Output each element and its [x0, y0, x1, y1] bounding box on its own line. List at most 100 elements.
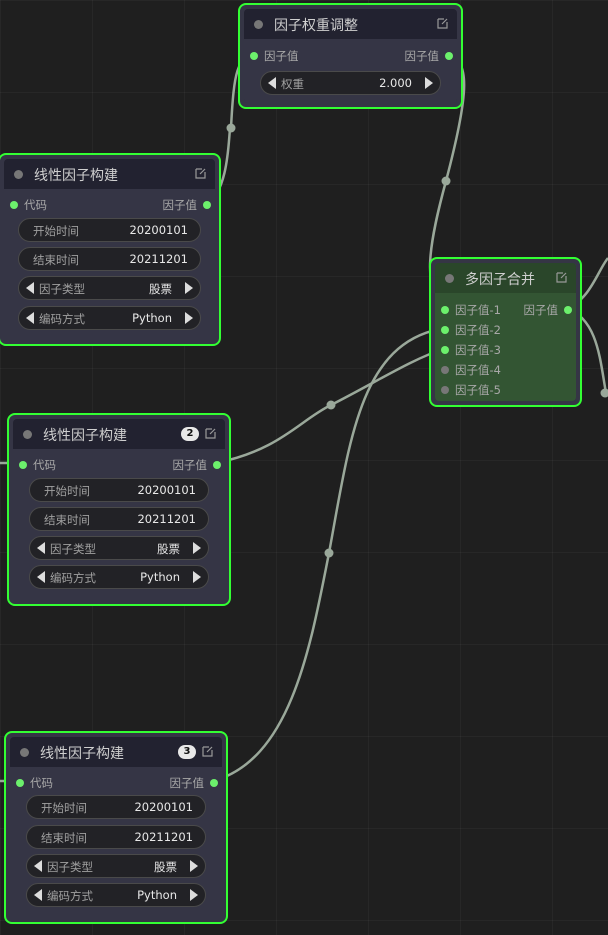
edit-icon[interactable]: [556, 271, 568, 283]
next-arrow-icon[interactable]: [185, 312, 193, 324]
input-slot-dot[interactable]: [441, 386, 449, 394]
factor-type-combo[interactable]: 因子类型 股票: [26, 854, 206, 878]
input-slot-dot[interactable]: [19, 461, 27, 469]
prev-arrow-icon[interactable]: [37, 571, 45, 583]
node-count-badge: 2: [181, 427, 199, 441]
output-slot-dot[interactable]: [445, 52, 453, 60]
encoding-combo[interactable]: 编码方式 Python: [26, 883, 206, 907]
edit-icon[interactable]: [437, 17, 449, 29]
weight-adjust-node[interactable]: 因子权重调整 因子值 因子值 权重 2.000: [238, 3, 463, 109]
edit-icon[interactable]: [205, 427, 217, 439]
start-date-widget[interactable]: 开始时间 20200101: [18, 218, 201, 242]
end-date-widget[interactable]: 结束时间 20211201: [26, 825, 206, 849]
link-center-marker: [326, 400, 336, 410]
widget-value: 股票: [157, 542, 180, 556]
start-date-widget[interactable]: 开始时间 20200101: [29, 478, 209, 502]
node-title-bar[interactable]: 多因子合并: [435, 263, 576, 293]
multi-factor-merge-node[interactable]: 多因子合并 因子值-1 因子值 因子值-2 因子值-3 因子值-4 因子值-5: [429, 257, 582, 407]
weight-number-widget[interactable]: 权重 2.000: [260, 71, 441, 95]
input-label: 代码: [33, 458, 56, 472]
output-slot-dot[interactable]: [203, 201, 211, 209]
prev-arrow-icon[interactable]: [34, 860, 42, 872]
input-slot-dot[interactable]: [441, 346, 449, 354]
output-label: 因子值: [523, 303, 559, 317]
input-label: 代码: [24, 198, 47, 212]
link-center-marker: [324, 548, 334, 558]
widget-value: 2.000: [379, 76, 412, 90]
widget-label: 结束时间: [33, 253, 79, 267]
collapse-dot-icon[interactable]: [20, 748, 29, 757]
widget-label: 因子类型: [50, 542, 96, 556]
output-label: 因子值: [162, 198, 198, 212]
widget-value: 20200101: [129, 223, 188, 237]
prev-arrow-icon[interactable]: [34, 889, 42, 901]
end-date-widget[interactable]: 结束时间 20211201: [29, 507, 209, 531]
widget-value: 股票: [149, 282, 172, 296]
node-title: 线性因子构建: [43, 428, 127, 444]
widget-value: 20211201: [134, 830, 193, 844]
node-count-badge: 3: [178, 745, 196, 759]
input-slot-dot[interactable]: [16, 779, 24, 787]
increment-arrow-icon[interactable]: [425, 77, 433, 89]
encoding-combo[interactable]: 编码方式 Python: [18, 306, 201, 330]
widget-value: Python: [137, 888, 177, 902]
widget-label: 编码方式: [47, 889, 93, 903]
widget-value: Python: [140, 570, 180, 584]
input-slot-dot[interactable]: [250, 52, 258, 60]
widget-value: 20211201: [137, 512, 196, 526]
encoding-combo[interactable]: 编码方式 Python: [29, 565, 209, 589]
decrement-arrow-icon[interactable]: [268, 77, 276, 89]
widget-value: 20200101: [134, 800, 193, 814]
end-date-widget[interactable]: 结束时间 20211201: [18, 247, 201, 271]
input-label: 代码: [30, 776, 53, 790]
edit-icon[interactable]: [202, 745, 214, 757]
collapse-dot-icon[interactable]: [14, 170, 23, 179]
factor-build-node-1[interactable]: 线性因子构建 代码 因子值 开始时间 20200101 结束时间 2021120…: [0, 153, 221, 346]
prev-arrow-icon[interactable]: [37, 542, 45, 554]
widget-label: 权重: [281, 77, 304, 91]
node-title-bar[interactable]: 线性因子构建: [4, 159, 215, 189]
widget-value: 股票: [154, 860, 177, 874]
factor-build-node-2[interactable]: 线性因子构建 2 代码 因子值 开始时间 20200101 结束时间 20211…: [7, 413, 231, 606]
widget-label: 编码方式: [50, 571, 96, 585]
widget-label: 开始时间: [41, 801, 87, 815]
start-date-widget[interactable]: 开始时间 20200101: [26, 795, 206, 819]
output-label: 因子值: [172, 458, 208, 472]
next-arrow-icon[interactable]: [193, 542, 201, 554]
link-center-marker: [441, 176, 451, 186]
input-label: 因子值: [264, 49, 299, 63]
node-title: 因子权重调整: [274, 18, 358, 34]
node-title: 线性因子构建: [34, 168, 118, 184]
widget-value: 20200101: [137, 483, 196, 497]
input-slot-dot[interactable]: [10, 201, 18, 209]
node-title-bar[interactable]: 因子权重调整: [244, 9, 457, 39]
next-arrow-icon[interactable]: [185, 282, 193, 294]
input-slot-dot[interactable]: [441, 366, 449, 374]
output-slot-dot[interactable]: [210, 779, 218, 787]
output-label: 因子值: [169, 776, 205, 790]
widget-value: 20211201: [129, 252, 188, 266]
widget-label: 结束时间: [41, 831, 87, 845]
next-arrow-icon[interactable]: [190, 860, 198, 872]
factor-build-node-3[interactable]: 线性因子构建 3 代码 因子值 开始时间 20200101 结束时间 20211…: [4, 731, 228, 924]
output-slot-dot[interactable]: [213, 461, 221, 469]
node-title-bar[interactable]: 线性因子构建 3: [10, 737, 222, 767]
input-slot-dot[interactable]: [441, 326, 449, 334]
widget-label: 开始时间: [44, 484, 90, 498]
input-slot-dot[interactable]: [441, 306, 449, 314]
widget-label: 因子类型: [47, 860, 93, 874]
next-arrow-icon[interactable]: [193, 571, 201, 583]
prev-arrow-icon[interactable]: [26, 282, 34, 294]
factor-type-combo[interactable]: 因子类型 股票: [29, 536, 209, 560]
node-title-bar[interactable]: 线性因子构建 2: [13, 419, 225, 449]
factor-type-combo[interactable]: 因子类型 股票: [18, 276, 201, 300]
collapse-dot-icon[interactable]: [23, 430, 32, 439]
next-arrow-icon[interactable]: [190, 889, 198, 901]
link-center-marker: [600, 388, 608, 398]
widget-label: 编码方式: [39, 312, 85, 326]
edit-icon[interactable]: [195, 167, 207, 179]
collapse-dot-icon[interactable]: [254, 20, 263, 29]
collapse-dot-icon[interactable]: [445, 274, 454, 283]
prev-arrow-icon[interactable]: [26, 312, 34, 324]
output-slot-dot[interactable]: [564, 306, 572, 314]
